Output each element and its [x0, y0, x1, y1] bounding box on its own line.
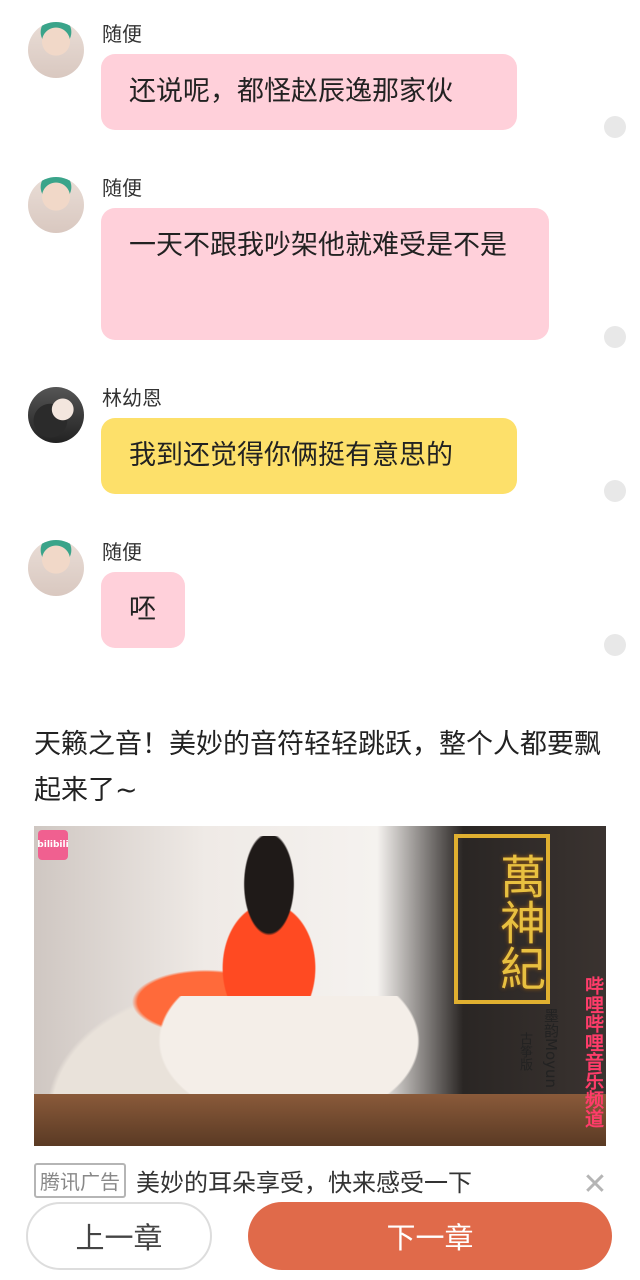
ad-image-title: 萬神紀 [454, 834, 550, 1004]
chat-bubble: 一天不跟我吵架他就难受是不是 [101, 208, 549, 340]
message-dot-icon[interactable] [604, 116, 626, 138]
message-dot-icon[interactable] [604, 326, 626, 348]
chat-bubble: 我到还觉得你俩挺有意思的 [101, 418, 517, 494]
ad-caption[interactable]: 美妙的耳朵享受，快来感受一下 [136, 1163, 472, 1198]
ad-badge: 腾讯广告 [34, 1162, 126, 1198]
close-icon[interactable]: ✕ [582, 1170, 608, 1200]
avatar[interactable] [28, 177, 84, 233]
chat-bubble: 还说呢，都怪赵辰逸那家伙 [101, 54, 517, 130]
ad-artist: 墨韵Moyun [542, 1008, 560, 1089]
ad-caption-row[interactable]: 腾讯广告 美妙的耳朵享受，快来感受一下 [34, 1162, 472, 1198]
sender-name: 随便 [102, 22, 142, 46]
chat-bubble: 呸 [101, 572, 185, 648]
avatar[interactable] [28, 387, 84, 443]
bilibili-logo-icon: bilibili [37, 830, 69, 860]
prev-chapter-button[interactable]: 上一章 [26, 1202, 212, 1270]
ad-guzheng [34, 1094, 606, 1146]
message-dot-icon[interactable] [604, 480, 626, 502]
sender-name: 林幼恩 [102, 386, 162, 410]
ad-side-text: 哔哩哔哩音乐频道 [582, 976, 604, 1128]
avatar[interactable] [28, 540, 84, 596]
sender-name: 随便 [102, 540, 142, 564]
promo-text: 天籁之音！美妙的音符轻轻跳跃，整个人都要飘起来了~ [34, 729, 601, 806]
ad-artist-sub: 古筝版 [517, 1032, 532, 1071]
ad-image[interactable]: bilibili 萬神紀 墨韵Moyun 古筝版 哔哩哔哩音乐频道 [34, 826, 606, 1146]
sender-name: 随便 [102, 176, 142, 200]
next-chapter-button[interactable]: 下一章 [248, 1202, 612, 1270]
message-dot-icon[interactable] [604, 634, 626, 656]
avatar[interactable] [28, 22, 84, 78]
